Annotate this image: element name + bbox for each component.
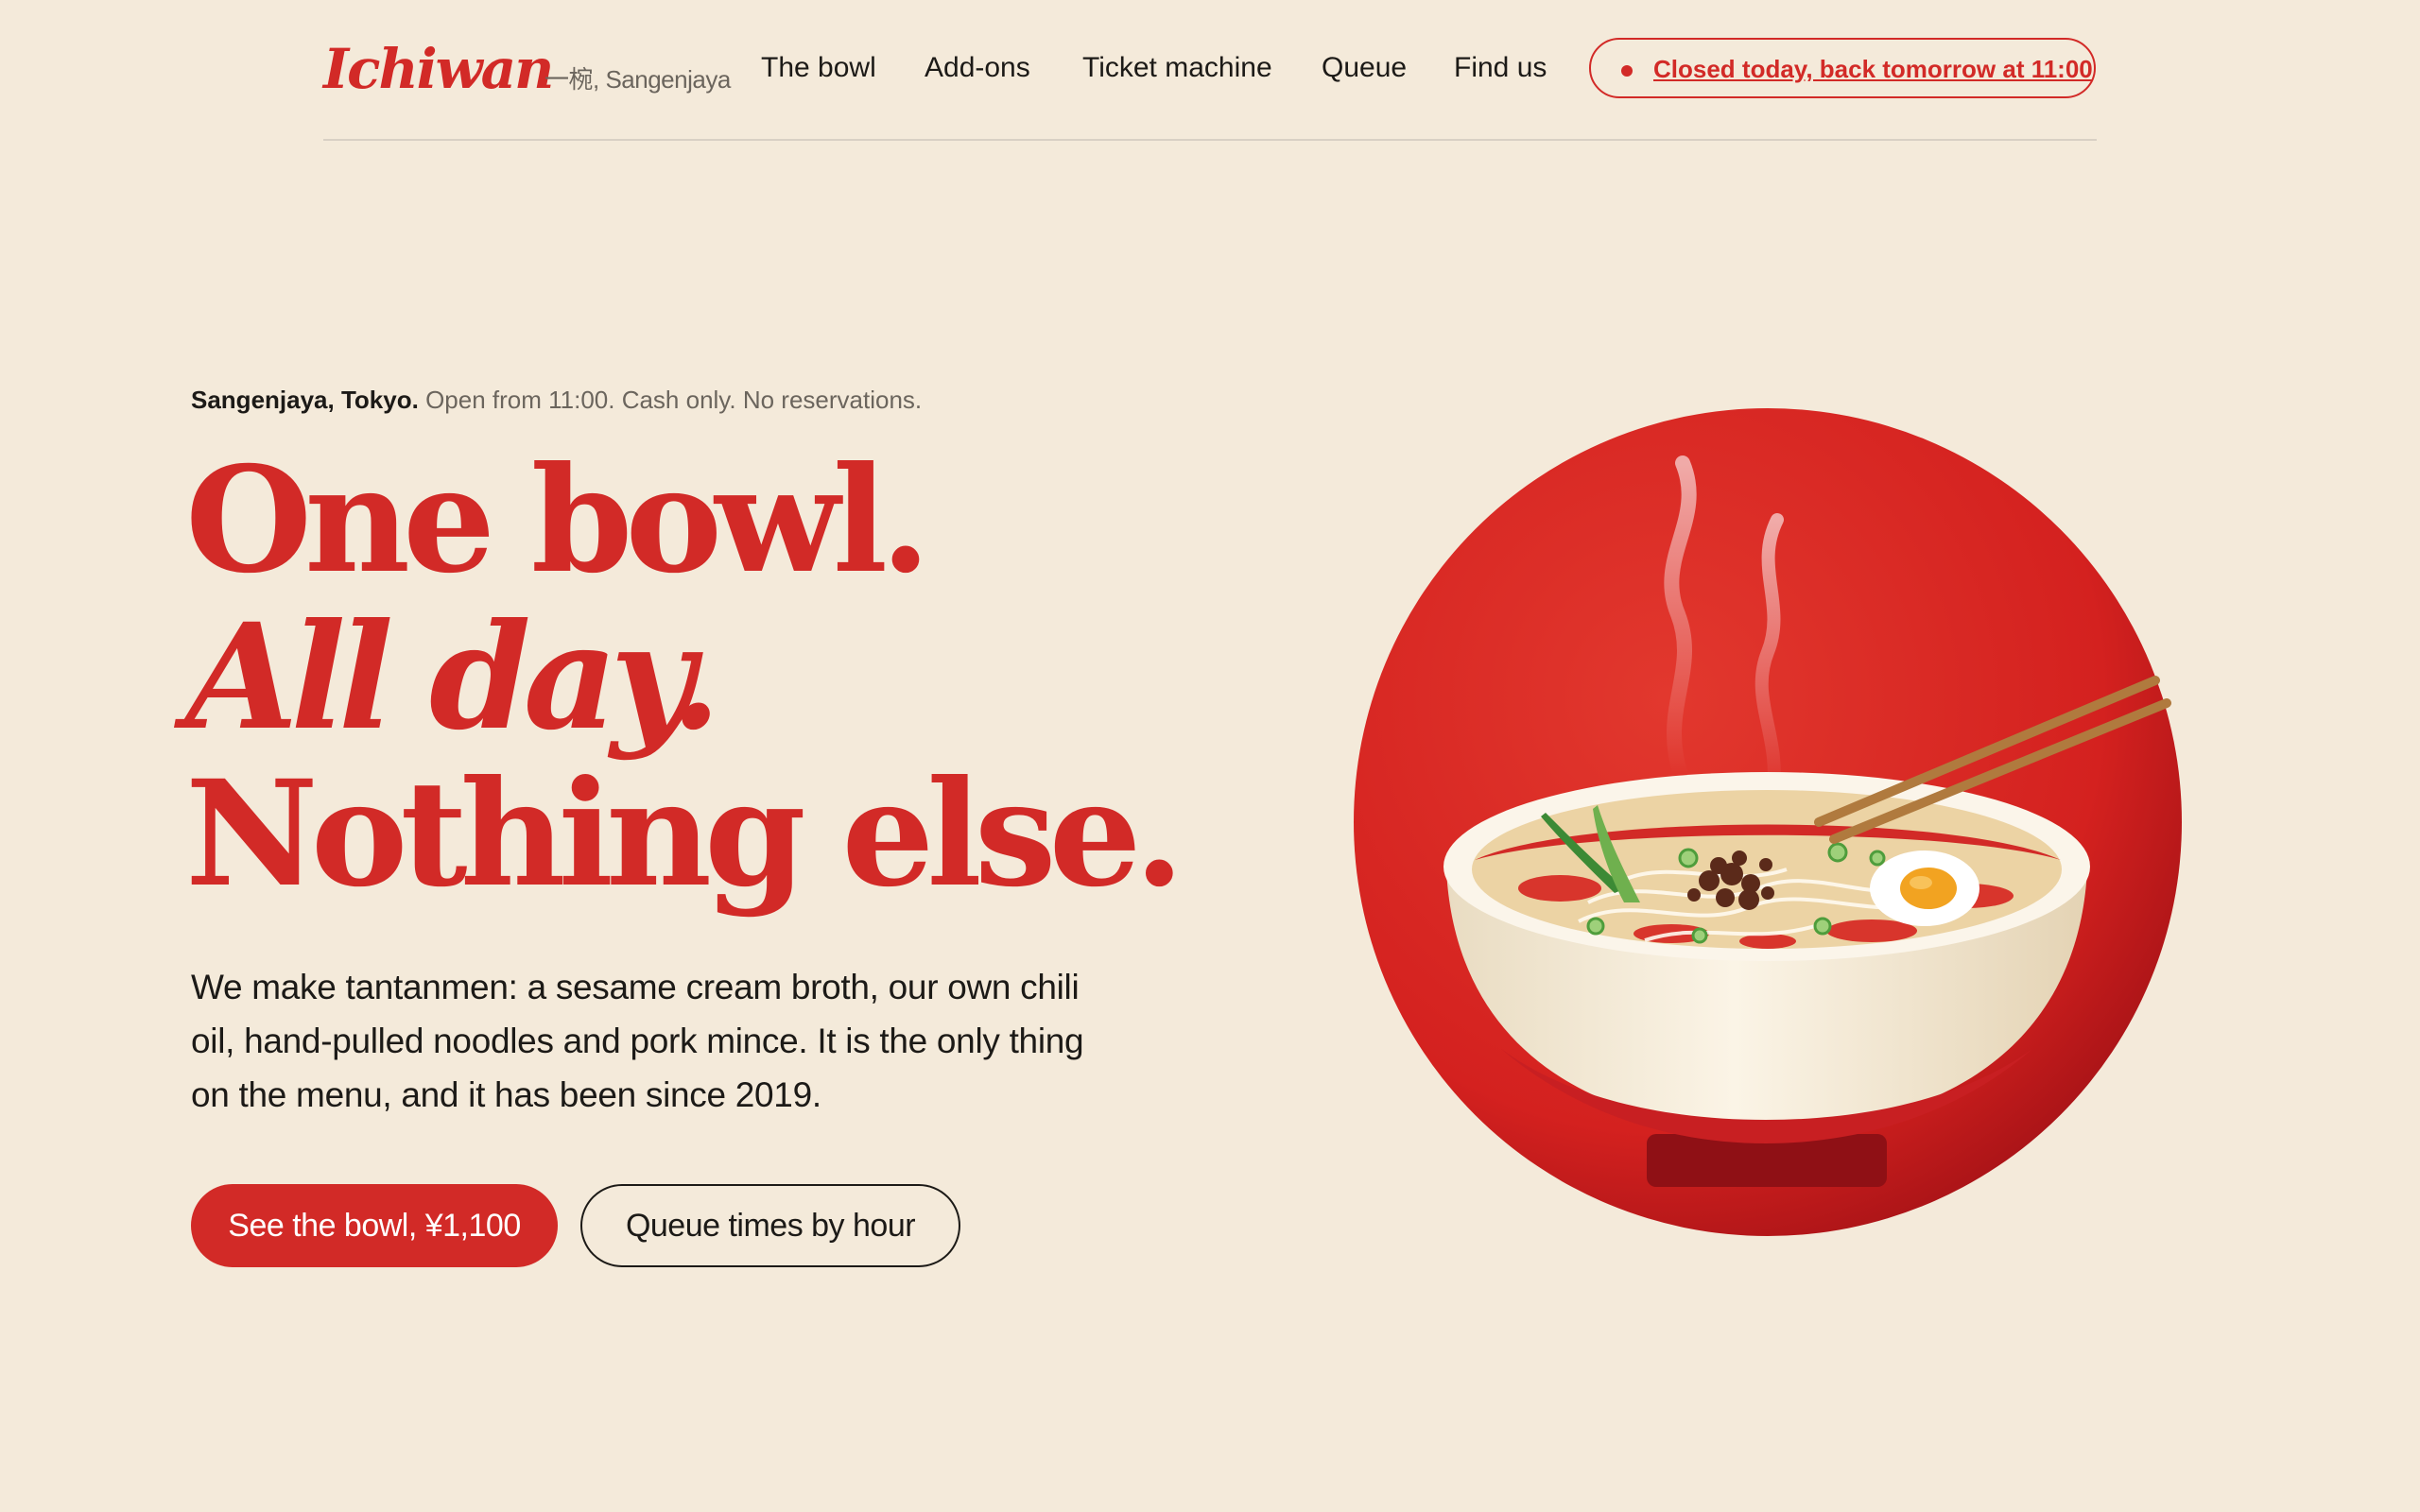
nav-link-add-ons[interactable]: Add-ons	[925, 49, 1030, 87]
status-label[interactable]: Closed today, back tomorrow at 11:00	[1653, 53, 2093, 85]
nav-link-queue[interactable]: Queue	[1322, 49, 1407, 87]
headline-line-1: One bowl.	[185, 435, 931, 606]
brand-subtitle: 一椀, Sangenjaya	[544, 65, 731, 94]
queue-times-button[interactable]: Queue times by hour	[580, 1184, 960, 1267]
nav-link-ticket-machine[interactable]: Ticket machine	[1082, 49, 1272, 87]
status-dot-icon	[1621, 65, 1633, 77]
nav-link-the-bowl[interactable]: The bowl	[761, 49, 876, 87]
site-header: Ichiwan 一椀, Sangenjaya The bowl Add-ons …	[323, 0, 2097, 141]
see-bowl-button[interactable]: See the bowl, ¥1,100	[191, 1184, 558, 1267]
hero-headline: One bowl. All day. Nothing else.	[185, 435, 1184, 919]
hero-details: Open from 11:00. Cash only. No reservati…	[425, 386, 923, 414]
hero-body: We make tantanmen: a sesame cream broth,…	[191, 968, 1084, 1114]
headline-line-3: Nothing else.	[185, 748, 1184, 919]
ramen-bowl-icon	[1354, 408, 2182, 1236]
status-badge[interactable]: Closed today, back tomorrow at 11:00	[1589, 38, 2096, 98]
hero-eyebrow: Sangenjaya, Tokyo. Open from 11:00. Cash…	[191, 383, 922, 417]
ramen-bowl-illustration	[1342, 397, 2193, 1247]
brand-logo[interactable]: Ichiwan	[323, 30, 554, 108]
nav-link-find-us[interactable]: Find us	[1454, 49, 1547, 87]
hero-location: Sangenjaya, Tokyo.	[191, 386, 419, 414]
headline-line-2: All day.	[185, 592, 721, 763]
